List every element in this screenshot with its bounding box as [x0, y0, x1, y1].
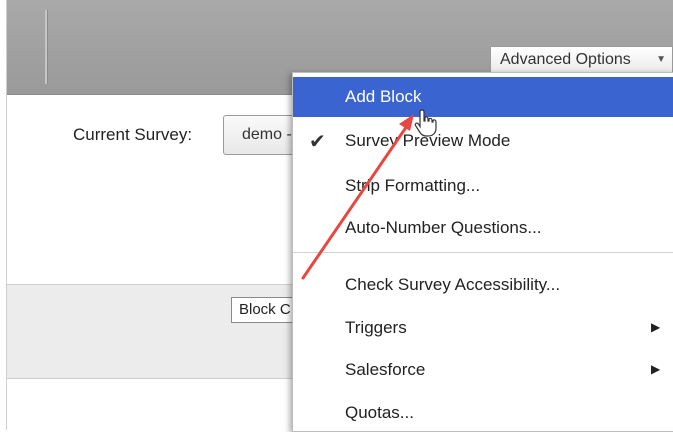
menu-item-label: Auto-Number Questions...	[345, 218, 542, 237]
advanced-options-label: Advanced Options	[500, 51, 631, 68]
menu-item-label: Check Survey Accessibility...	[345, 275, 561, 294]
menu-item-survey-preview-mode[interactable]: ✔ Survey Preview Mode	[293, 121, 673, 161]
chevron-down-icon: ▼	[656, 54, 666, 65]
menu-item-label: Salesforce	[345, 360, 426, 379]
menu-item-auto-number-questions[interactable]: Auto-Number Questions...	[293, 208, 673, 248]
submenu-arrow-icon: ▶	[651, 320, 661, 334]
toolbar-divider	[45, 10, 47, 84]
menu-item-quotas[interactable]: Quotas...	[293, 393, 673, 431]
current-survey-label: Current Survey:	[73, 125, 193, 144]
menu-item-label: Quotas...	[345, 403, 414, 422]
menu-item-label: Strip Formatting...	[345, 176, 481, 195]
menu-item-check-survey-accessibility[interactable]: Check Survey Accessibility...	[293, 265, 673, 305]
menu-item-salesforce[interactable]: Salesforce ▶	[293, 350, 673, 390]
menu-item-triggers[interactable]: Triggers ▶	[293, 308, 673, 348]
menu-item-strip-formatting[interactable]: Strip Formatting...	[293, 166, 673, 206]
menu-separator	[293, 252, 673, 253]
submenu-arrow-icon: ▶	[651, 362, 661, 376]
checkmark-icon: ✔	[309, 131, 326, 153]
menu-item-label: Triggers	[345, 318, 407, 337]
hand-cursor-icon	[414, 109, 437, 137]
menu-item-add-block[interactable]: Add Block	[293, 77, 673, 117]
advanced-options-menu: Add Block ✔ Survey Preview Mode Strip Fo…	[292, 72, 673, 432]
menu-item-label: Add Block	[345, 87, 422, 106]
advanced-options-button[interactable]: Advanced Options ▼	[490, 46, 673, 73]
